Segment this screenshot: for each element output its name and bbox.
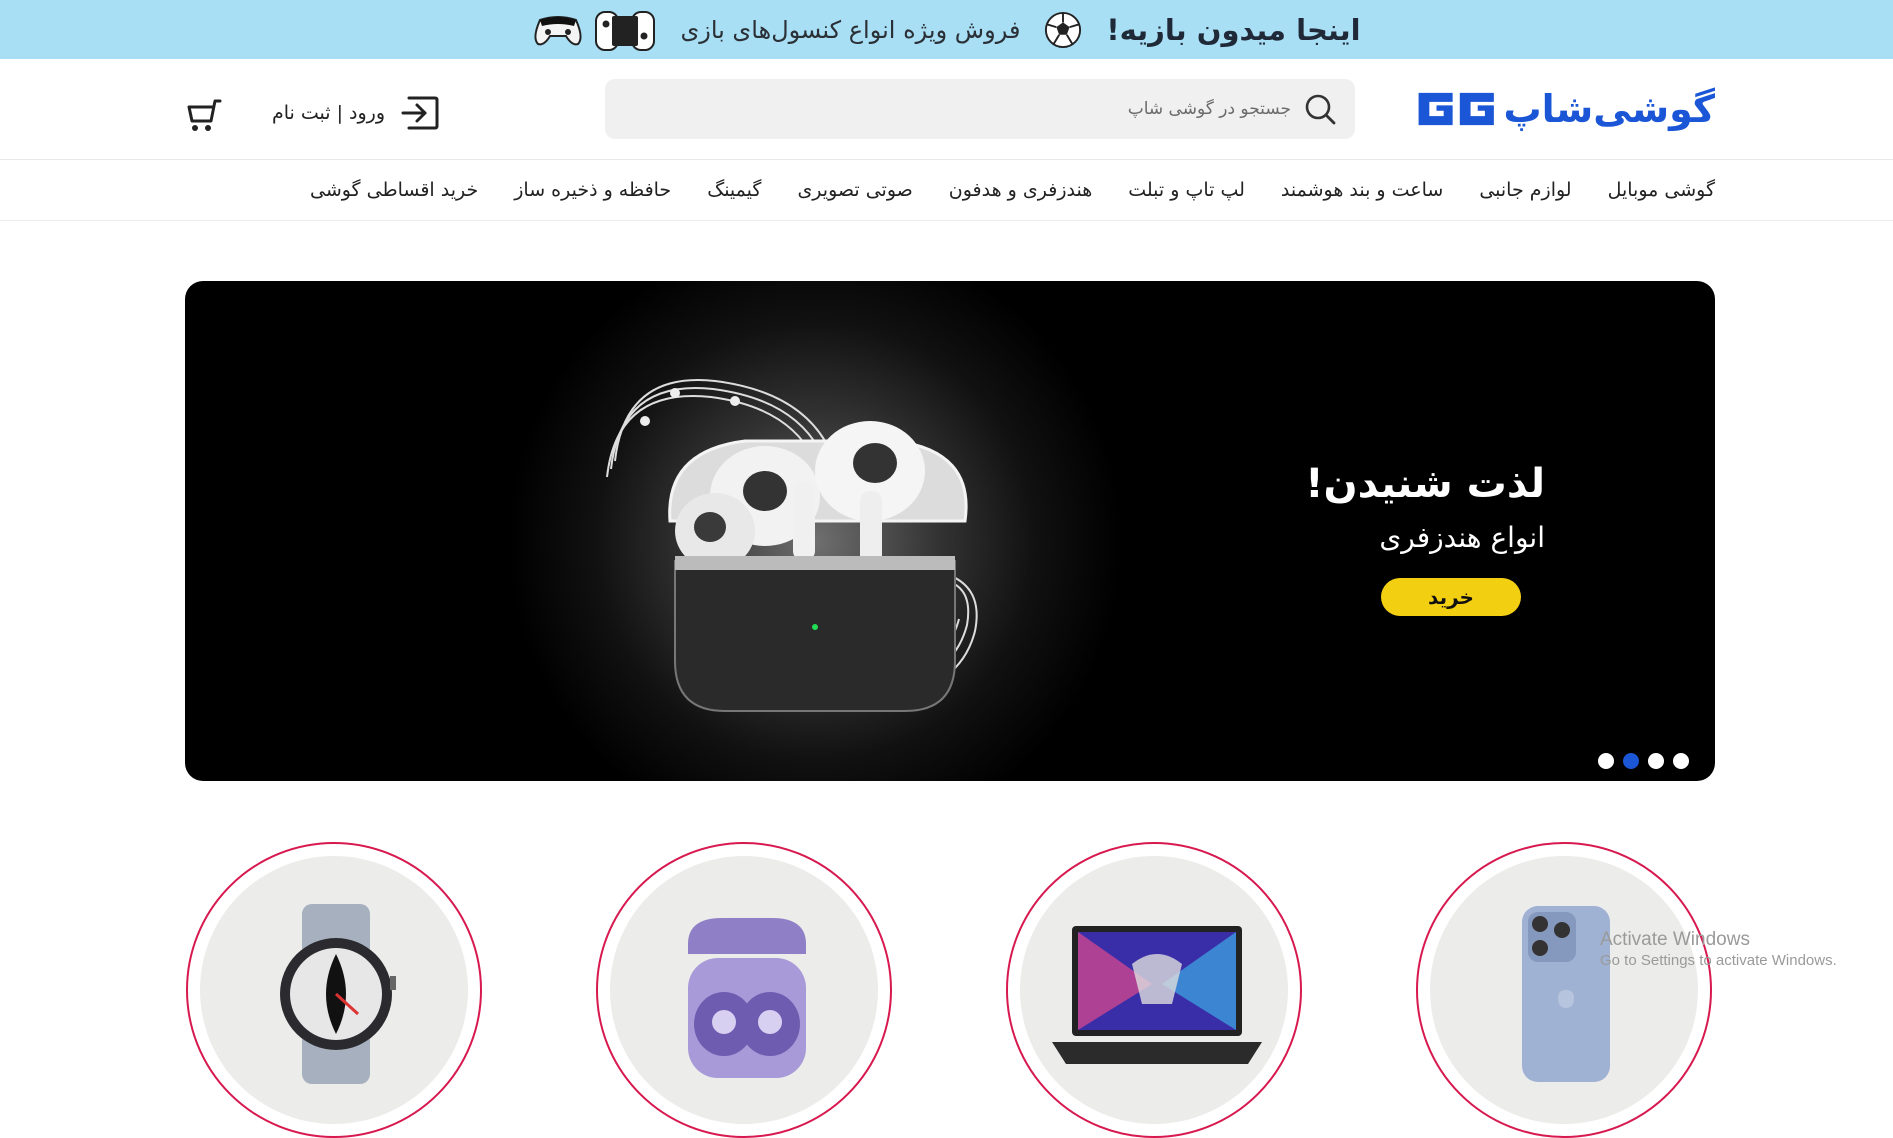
category-earbuds[interactable] [596, 842, 892, 1138]
smartwatch-icon [280, 904, 396, 1084]
nav-item-laptop-tablet[interactable]: لپ تاپ و تبلت [1128, 179, 1245, 201]
category-smartwatch[interactable] [186, 842, 482, 1138]
gamepad-icon [534, 15, 582, 45]
slider-dot[interactable] [1648, 753, 1664, 769]
earbuds-icon [688, 918, 806, 1078]
logo-text: گوشی‌شاپ [1503, 87, 1716, 131]
hero-slider[interactable]: لذت شنیدن! انواع هندزفری خرید [185, 281, 1715, 781]
promo-subtitle: فروش ویژه انواع کنسول‌های بازی [680, 15, 1021, 44]
windows-watermark: Activate Windows Go to Settings to activ… [1600, 928, 1837, 971]
watermark-subtitle: Go to Settings to activate Windows. [1600, 951, 1837, 969]
slider-dot-active[interactable] [1623, 753, 1639, 769]
login-icon [401, 96, 439, 130]
search-bar[interactable] [605, 79, 1355, 139]
console-icons [532, 8, 656, 52]
laptop-icon [1052, 926, 1262, 1064]
site-logo[interactable]: گوشی‌شاپ [1415, 83, 1716, 135]
login-label: ورود | ثبت نام [272, 102, 386, 124]
slider-dot[interactable] [1598, 753, 1614, 769]
hero-subtitle: انواع هندزفری [1379, 521, 1545, 554]
cart-icon[interactable] [184, 95, 224, 135]
nav-item-audio-video[interactable]: صوتی تصویری [797, 179, 912, 201]
nav-item-installments[interactable]: خرید اقساطی گوشی [310, 179, 478, 201]
hero-title: لذت شنیدن! [1305, 461, 1545, 507]
search-input[interactable] [689, 98, 1293, 120]
nav-item-storage[interactable]: حافظه و ذخیره ساز [514, 179, 671, 201]
nav-item-accessories[interactable]: لوازم جانبی [1479, 179, 1571, 201]
soccer-ball-icon [1045, 11, 1082, 48]
watermark-title: Activate Windows [1600, 929, 1750, 950]
switch-controller-icon [595, 10, 656, 51]
site-header: گوشی‌شاپ ورود | ثبت نام [0, 59, 1893, 160]
buy-button[interactable]: خرید [1381, 578, 1521, 616]
nav-item-smartwatch[interactable]: ساعت و بند هوشمند [1281, 179, 1443, 201]
nav-item-headphones[interactable]: هندزفری و هدفون [949, 179, 1092, 201]
nav-item-gaming[interactable]: گیمینگ [707, 179, 761, 201]
promo-title: اینجا میدون بازیه! [1106, 12, 1361, 47]
slider-dots [1598, 753, 1689, 769]
category-nav: گوشی موبایل لوازم جانبی ساعت و بند هوشمن… [0, 160, 1893, 221]
nav-item-mobile[interactable]: گوشی موبایل [1608, 179, 1715, 201]
earbuds-case-image [606, 379, 978, 712]
search-icon[interactable] [1303, 92, 1337, 126]
category-laptop[interactable] [1006, 842, 1302, 1138]
logo-mark-icon [1418, 92, 1494, 126]
login-register-link[interactable]: ورود | ثبت نام [272, 93, 439, 133]
promo-banner[interactable]: اینجا میدون بازیه! فروش ویژه انواع کنسول… [0, 0, 1893, 59]
slider-dot[interactable] [1673, 753, 1689, 769]
smartphone-icon [1522, 906, 1610, 1082]
category-iphone[interactable] [1416, 842, 1712, 1138]
hero-text: لذت شنیدن! انواع هندزفری خرید [1205, 461, 1545, 616]
